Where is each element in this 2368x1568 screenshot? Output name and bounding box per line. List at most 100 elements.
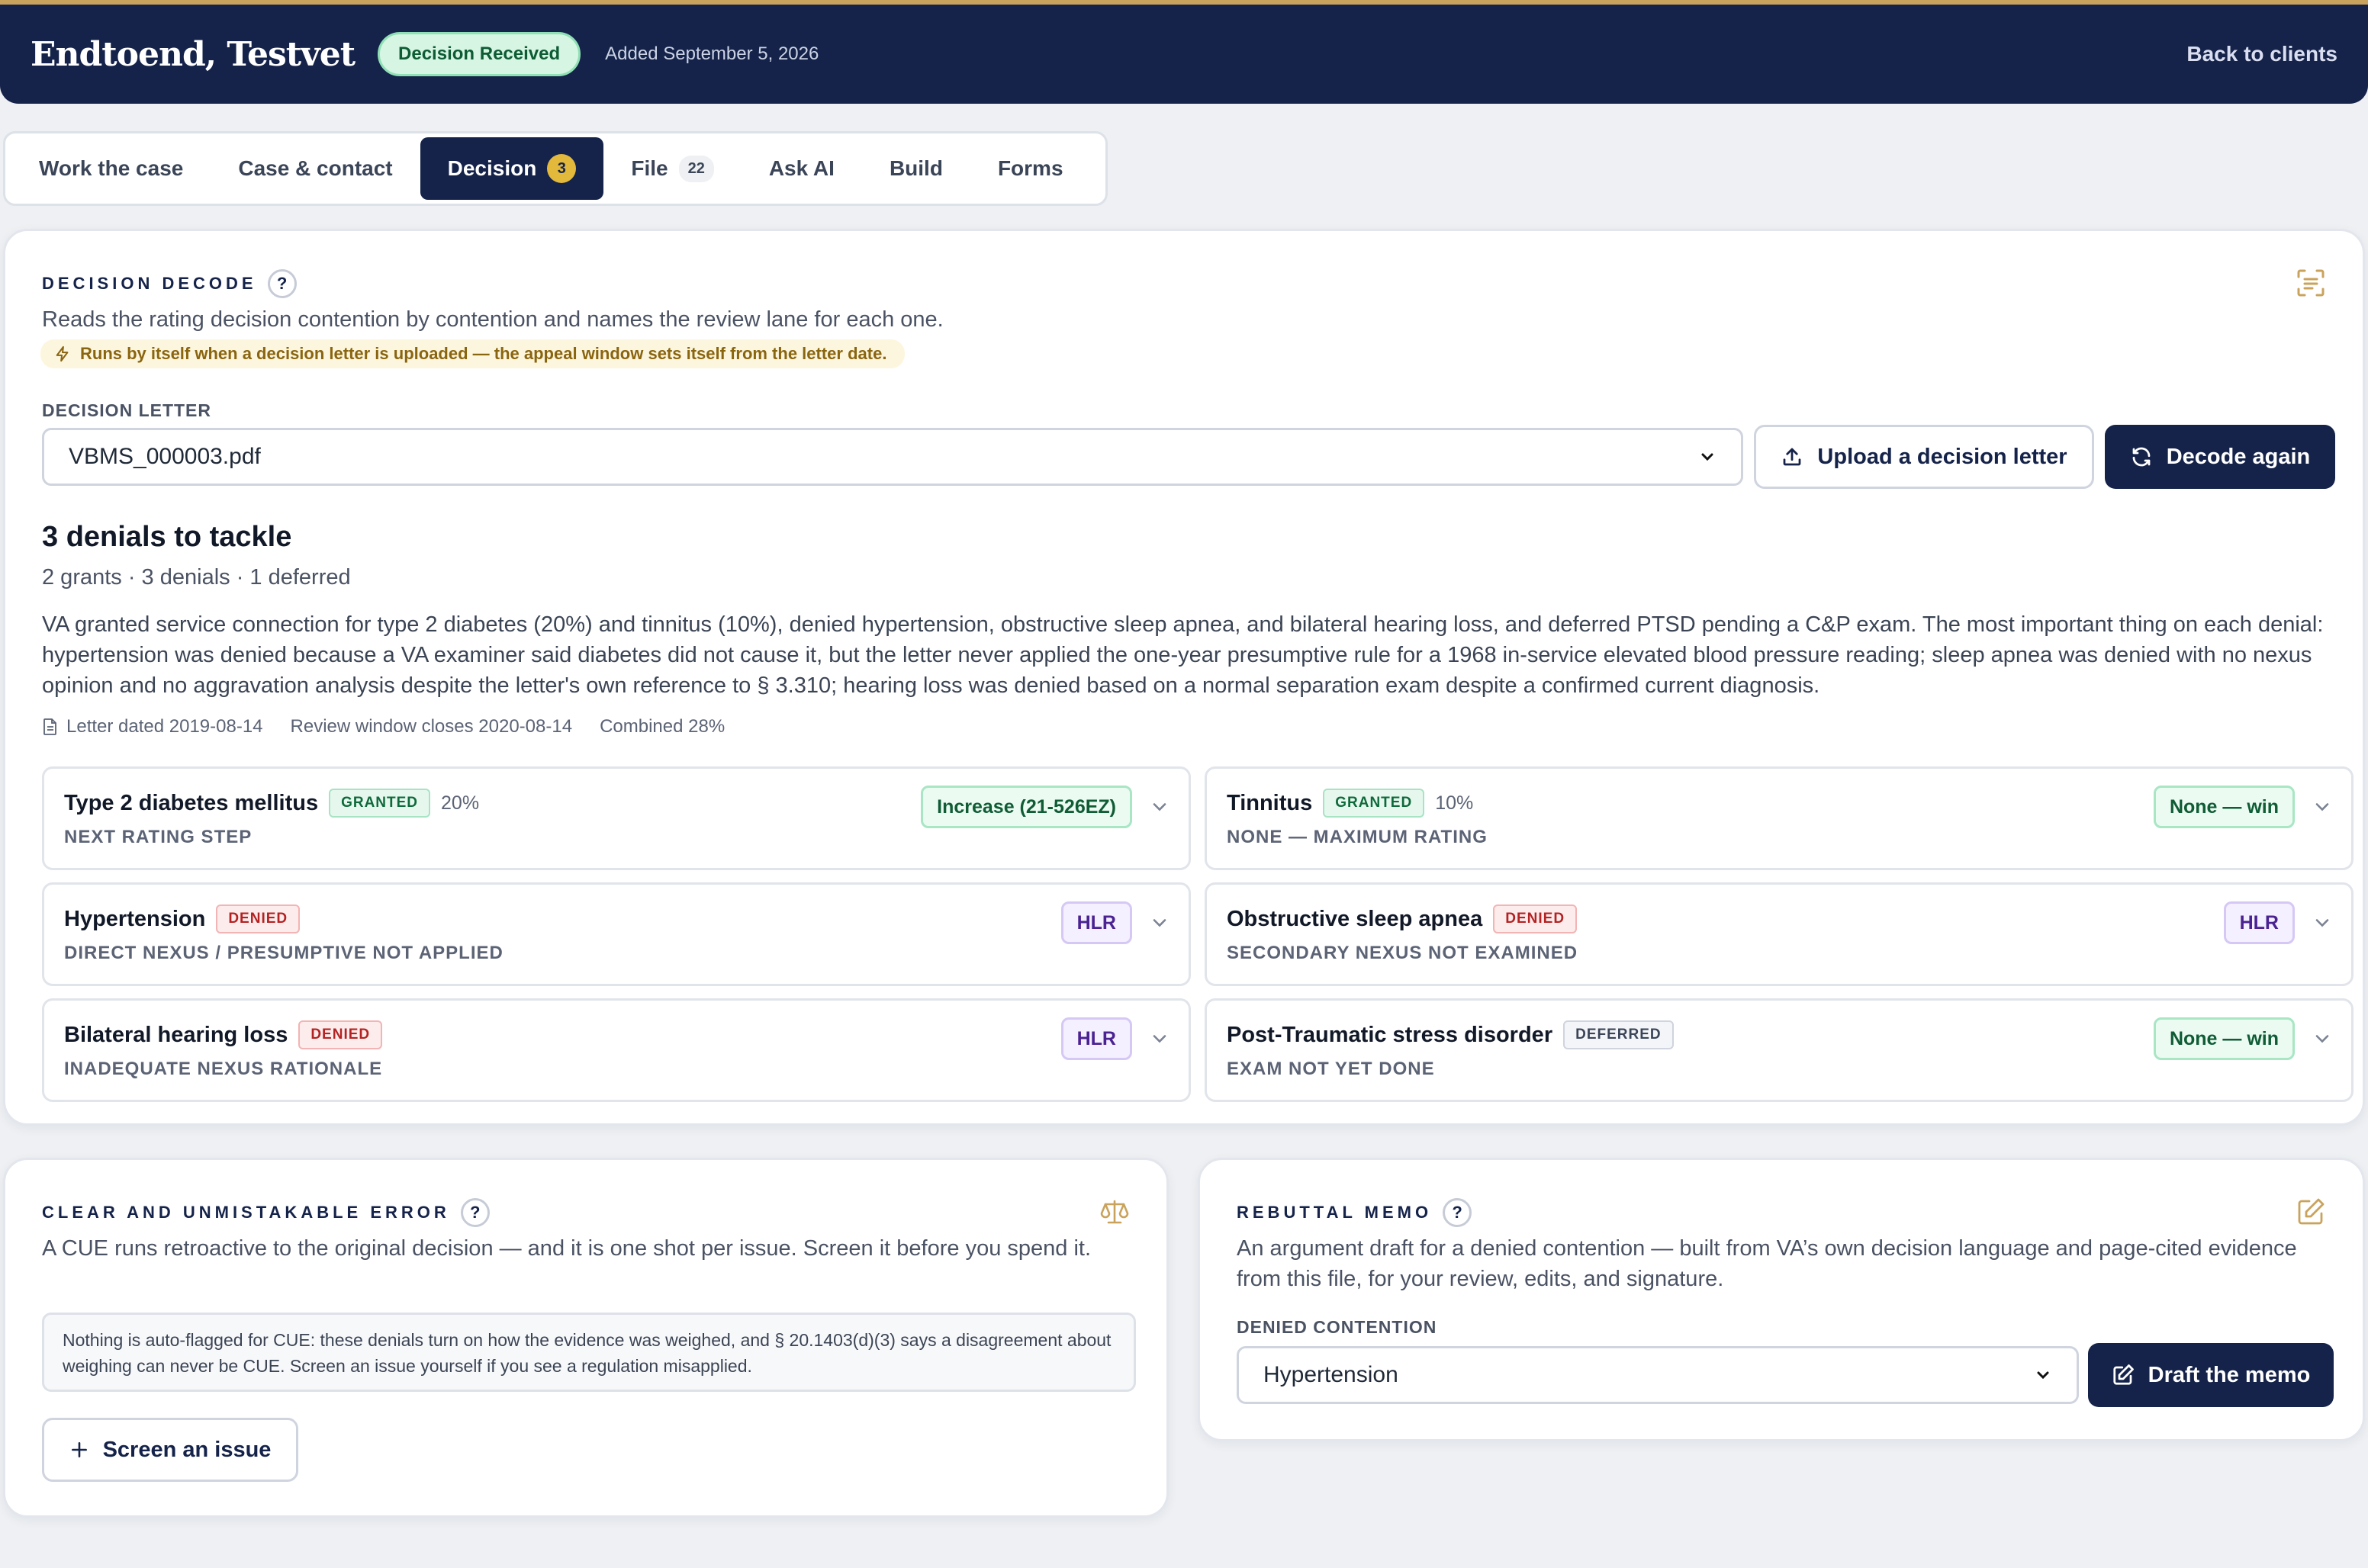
contention-rating: 10%: [1435, 792, 1474, 814]
chevron-down-icon[interactable]: [2312, 912, 2333, 933]
select-value: VBMS_000003.pdf: [69, 444, 261, 469]
contention-status-tag: DENIED: [216, 904, 301, 933]
review-lane-badge: None — win: [2153, 1017, 2295, 1060]
client-header: Endtoend, Testvet Decision Received Adde…: [0, 0, 2368, 104]
review-lane-badge: HLR: [1060, 1017, 1132, 1060]
contention-card[interactable]: Hypertension DENIED DIRECT NEXUS / PRESU…: [42, 882, 1191, 986]
chevron-down-icon[interactable]: [1149, 1028, 1170, 1049]
review-lane-badge: HLR: [1060, 901, 1132, 944]
plus-icon: [71, 1442, 87, 1457]
help-icon[interactable]: ?: [460, 1198, 490, 1227]
tab-ask-ai[interactable]: Ask AI: [742, 140, 862, 198]
chevron-down-icon[interactable]: [1149, 912, 1170, 933]
client-name: Endtoend, Testvet: [31, 34, 356, 74]
tab-build[interactable]: Build: [862, 140, 970, 198]
status-badge: Decision Received: [378, 32, 581, 76]
added-date: Added September 5, 2026: [605, 43, 819, 64]
file-count-badge: 22: [678, 155, 714, 182]
back-to-clients-link[interactable]: Back to clients: [2186, 42, 2337, 66]
letter-dated-text: Letter dated 2019-08-14: [66, 716, 263, 737]
screen-an-issue-button[interactable]: Screen an issue: [42, 1418, 298, 1482]
auto-note-text: Runs by itself when a decision letter is…: [80, 344, 887, 363]
chevron-down-icon: [1701, 453, 1713, 461]
upload-decision-letter-button[interactable]: Upload a decision letter: [1754, 425, 2094, 489]
contention-card[interactable]: Obstructive sleep apnea DENIED SECONDARY…: [1205, 882, 2354, 986]
rebuttal-memo-title: REBUTTAL MEMO ?: [1237, 1198, 1472, 1227]
cue-card: CLEAR AND UNMISTAKABLE ERROR ? A CUE run…: [3, 1158, 1169, 1518]
contention-title: Tinnitus GRANTED 10%: [1227, 789, 1473, 818]
contention-reason: SECONDARY NEXUS NOT EXAMINED: [1227, 943, 1578, 963]
contention-status-tag: GRANTED: [329, 789, 431, 818]
denied-contention-select[interactable]: Hypertension: [1237, 1346, 2079, 1404]
tab-decision[interactable]: Decision 3: [420, 137, 604, 200]
help-icon[interactable]: ?: [267, 269, 297, 298]
draft-the-memo-button[interactable]: Draft the memo: [2088, 1343, 2334, 1407]
tab-work-the-case[interactable]: Work the case: [11, 140, 211, 198]
select-value: Hypertension: [1263, 1362, 1398, 1387]
contention-name: Obstructive sleep apnea: [1227, 906, 1483, 931]
tab-forms[interactable]: Forms: [970, 140, 1091, 198]
contention-name: Hypertension: [64, 906, 206, 931]
contention-name: Tinnitus: [1227, 790, 1313, 815]
rebuttal-memo-card: REBUTTAL MEMO ? An argument draft for a …: [1198, 1158, 2365, 1441]
contention-title: Hypertension DENIED: [64, 904, 301, 933]
tab-case-contact[interactable]: Case & contact: [211, 140, 420, 198]
help-icon[interactable]: ?: [1443, 1198, 1472, 1227]
tab-file[interactable]: File 22: [603, 139, 741, 199]
review-lane-badge: None — win: [2153, 786, 2295, 828]
combined-rating: Combined 28%: [600, 716, 726, 737]
decision-decode-card: DECISION DECODE ? Reads the rating decis…: [3, 229, 2365, 1126]
tab-label: Ask AI: [768, 156, 835, 180]
contention-name: Bilateral hearing loss: [64, 1022, 288, 1047]
contention-card[interactable]: Tinnitus GRANTED 10% NONE — MAXIMUM RATI…: [1205, 766, 2354, 870]
cue-note: Nothing is auto-flagged for CUE: these d…: [42, 1313, 1136, 1392]
chevron-down-icon[interactable]: [2312, 1028, 2333, 1049]
scan-document-icon[interactable]: [2296, 268, 2326, 298]
contention-reason: DIRECT NEXUS / PRESUMPTIVE NOT APPLIED: [64, 943, 504, 963]
review-window: Review window closes 2020-08-14: [290, 716, 573, 737]
tab-label: Work the case: [39, 156, 184, 180]
section-title-text: REBUTTAL MEMO: [1237, 1203, 1433, 1222]
edit-icon: [2113, 1364, 2134, 1385]
contention-card[interactable]: Bilateral hearing loss DENIED INADEQUATE…: [42, 998, 1191, 1102]
letter-dated: Letter dated 2019-08-14: [42, 716, 263, 737]
contention-status-tag: GRANTED: [1323, 789, 1425, 818]
edit-icon[interactable]: [2296, 1197, 2326, 1227]
contention-reason: NONE — MAXIMUM RATING: [1227, 827, 1488, 847]
contention-title: Post-Traumatic stress disorder DEFERRED: [1227, 1020, 1674, 1049]
review-lane-badge: Increase (21-526EZ): [921, 786, 1132, 828]
tab-label: File: [631, 156, 668, 180]
section-title-text: CLEAR AND UNMISTAKABLE ERROR: [42, 1203, 450, 1222]
tab-label: Decision: [447, 156, 537, 180]
decision-summary: VA granted service connection for type 2…: [42, 612, 2324, 698]
contention-title: Obstructive sleep apnea DENIED: [1227, 904, 1578, 933]
contention-reason: INADEQUATE NEXUS RATIONALE: [64, 1059, 383, 1079]
decision-letter-select[interactable]: VBMS_000003.pdf: [42, 428, 1743, 486]
decode-again-button[interactable]: Decode again: [2105, 425, 2335, 489]
contention-status-tag: DENIED: [298, 1020, 383, 1049]
contention-name: Post-Traumatic stress disorder: [1227, 1022, 1553, 1047]
chevron-down-icon[interactable]: [1149, 796, 1170, 818]
decision-letter-label: DECISION LETTER: [42, 400, 212, 420]
tab-label: Forms: [997, 156, 1063, 180]
refresh-icon: [2132, 447, 2151, 467]
upload-icon: [1784, 448, 1801, 466]
contention-reason: EXAM NOT YET DONE: [1227, 1059, 1435, 1079]
lightning-icon: [56, 345, 69, 362]
contention-name: Type 2 diabetes mellitus: [64, 790, 319, 815]
contention-card[interactable]: Type 2 diabetes mellitus GRANTED 20% NEX…: [42, 766, 1191, 870]
contention-reason: NEXT RATING STEP: [64, 827, 253, 847]
denials-headline: 3 denials to tackle: [42, 521, 292, 553]
section-title-text: DECISION DECODE: [42, 274, 257, 293]
review-lane-badge: HLR: [2223, 901, 2295, 944]
decision-stats: 2 grants · 3 denials · 1 deferred: [42, 565, 351, 590]
chevron-down-icon[interactable]: [2312, 796, 2333, 818]
tab-label: Case & contact: [238, 156, 393, 180]
decision-decode-title: DECISION DECODE ?: [42, 269, 297, 298]
letter-meta-row: Letter dated 2019-08-14 Review window cl…: [42, 716, 725, 737]
button-label: Draft the memo: [2148, 1362, 2311, 1387]
contention-rating: 20%: [441, 792, 480, 814]
contention-card[interactable]: Post-Traumatic stress disorder DEFERRED …: [1205, 998, 2354, 1102]
cue-title: CLEAR AND UNMISTAKABLE ERROR ?: [42, 1198, 490, 1227]
document-icon: [43, 718, 56, 735]
